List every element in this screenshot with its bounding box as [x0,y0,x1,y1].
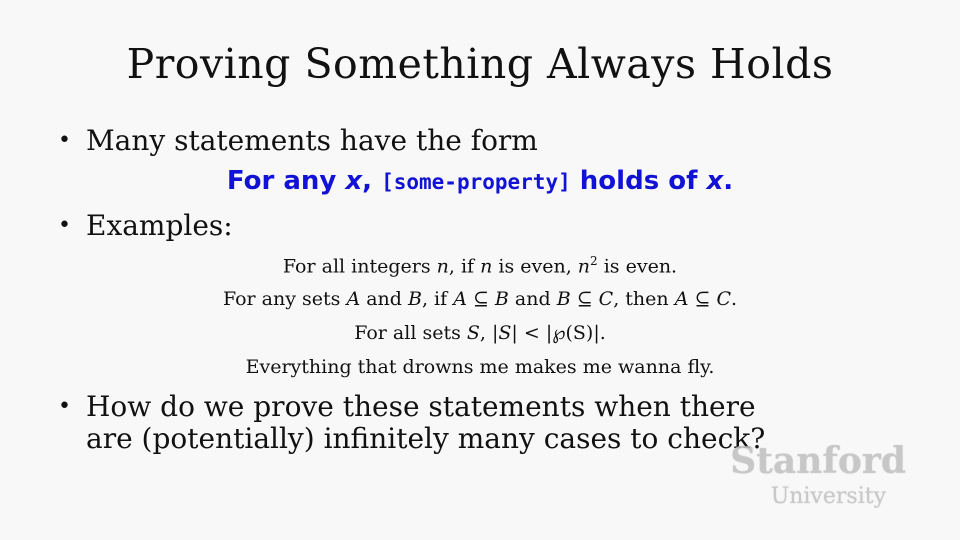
emphasis-variable: x [706,166,724,196]
bullet-text: Many statements have the form [86,124,538,157]
example-powerset: For all sets S, |S| < |℘(S)|. [0,322,960,344]
bullet-text: Examples: [86,209,233,242]
example-variable: S [466,322,480,344]
bullet-infinite-cases: • How do we prove these statements when t… [58,391,765,455]
bullet-dot: • [58,128,71,153]
example-text: . [730,288,738,310]
example-integers: For all integers n, if n is even, n2 is … [0,254,960,277]
example-text: is even, [492,255,578,278]
slide-title: Proving Something Always Holds [126,40,834,88]
example-variable: B [556,288,571,310]
example-variable: S [498,322,512,344]
example-superscript: 2 [590,254,598,268]
bullet-text-line2: are (potentially) infinitely many cases … [86,422,766,455]
example-text: ⊆ [688,288,717,310]
bullet-dot: • [58,394,71,419]
emphasis-text: holds of [570,166,707,196]
example-lyric: Everything that drowns me makes me wanna… [245,356,715,378]
example-text: , if [421,288,454,310]
slide: Proving Something Always Holds • Many sta… [0,0,960,540]
example-text: For all integers [282,255,437,278]
emphasis-statement-form: For any x, [some-property] holds of x. [0,166,960,196]
bullet-dot: • [58,213,71,238]
example-variable: A [453,288,467,310]
emphasis-text: For any [226,166,346,196]
example-subsets: For any sets A and B, if A ⊆ B and B ⊆ C… [0,288,960,310]
example-variable: n [436,255,449,278]
example-text: ⊆ [570,288,599,310]
emphasis-text: , [362,166,382,196]
watermark-stanford: Stanford [730,440,906,482]
bullet-text-line1: How do we prove these statements when th… [86,390,756,423]
example-text: is even. [597,255,678,278]
example-variable: B [407,288,422,310]
example-variable: C [716,288,731,310]
example-text: | < |℘(S)|. [511,322,606,344]
example-variable: n [577,255,591,278]
example-variable: C [598,288,614,310]
bullet-statements-form: • Many statements have the form [58,124,538,157]
example-text: For all sets [354,322,467,344]
emphasis-code: [some-property] [381,170,571,194]
example-variable: A [346,288,361,310]
example-text: , then [613,288,675,310]
bullet-examples: • Examples: [58,209,233,242]
watermark-university: University [770,484,886,509]
example-text: ⊆ [466,288,495,310]
example-variable: B [494,288,509,310]
example-text: , | [479,322,499,344]
example-text: For any sets [222,288,347,310]
emphasis-variable: x [345,166,363,196]
emphasis-text: . [723,166,734,196]
example-variable: n [480,255,493,278]
example-text: , if [448,255,481,278]
example-text: and [508,288,557,310]
example-text: and [360,288,408,310]
example-variable: A [674,288,689,310]
